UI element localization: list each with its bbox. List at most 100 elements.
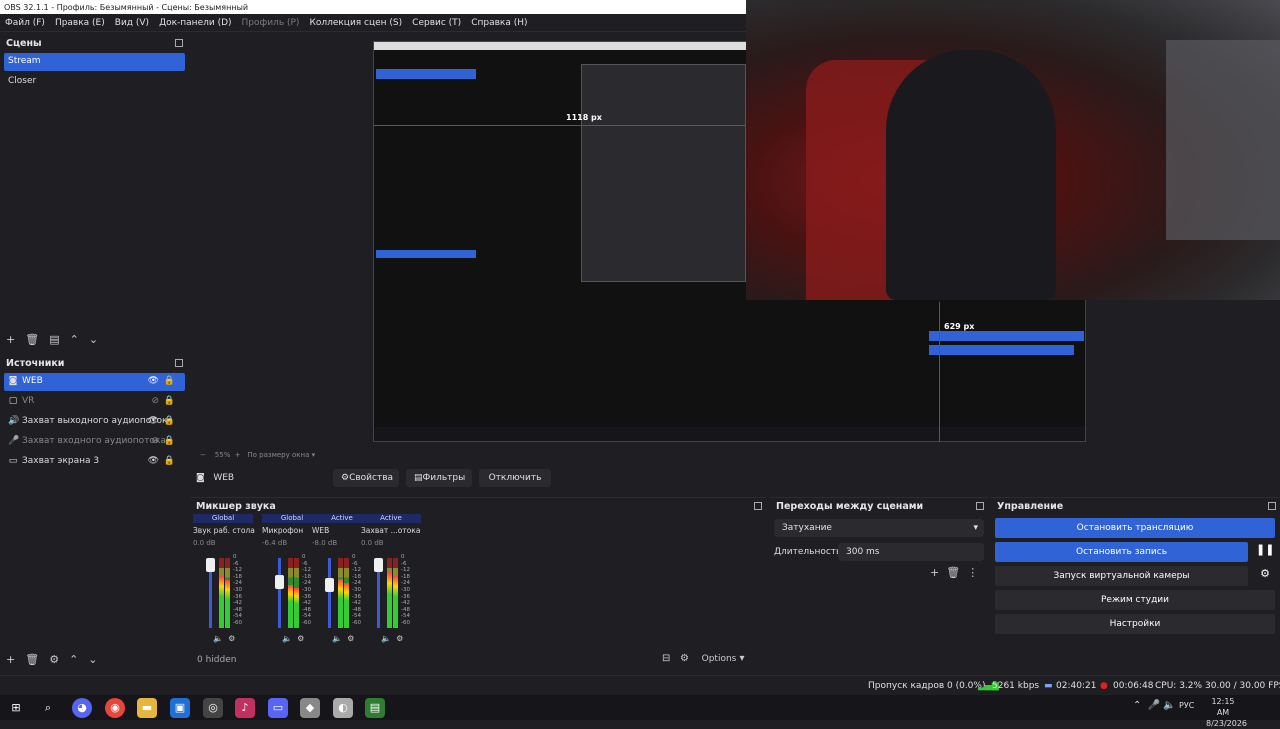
chat-app-icon[interactable]: ▭ (268, 698, 288, 718)
pause-icon[interactable]: ❚❚ (1256, 543, 1274, 561)
add-icon[interactable]: + (6, 333, 15, 346)
trash-icon[interactable]: 🗑 (946, 566, 960, 579)
duration-input[interactable]: 300 ms (838, 543, 984, 561)
app-icon[interactable]: ◆ (300, 698, 320, 718)
menu-file[interactable]: Файл (F) (0, 14, 50, 32)
channel-name[interactable]: Захват ...отока 2 (361, 526, 423, 535)
volume-slider[interactable] (278, 558, 281, 628)
gear-icon[interactable]: ⚙ (297, 634, 304, 643)
trash-icon[interactable]: 🗑 (25, 333, 39, 346)
lock-icon[interactable]: 🔒 (164, 436, 175, 446)
channel-name[interactable]: Звук раб. стола (193, 526, 255, 535)
sources-dock-title: Источники (0, 355, 187, 373)
volume-knob[interactable] (206, 558, 215, 572)
move-up-icon[interactable]: ⌃ (69, 653, 78, 666)
eye-icon[interactable]: 👁 (148, 456, 159, 466)
scene-item-closer[interactable]: Closer (4, 73, 185, 91)
menu-tools[interactable]: Сервис (T) (407, 14, 466, 32)
volume-icon[interactable]: 🔈 (213, 634, 223, 643)
sources-title: Источники (6, 358, 65, 369)
settings-button[interactable]: Настройки (995, 614, 1275, 634)
zoom-mode[interactable]: По размеру окна (247, 451, 309, 459)
options-button[interactable]: Options (702, 654, 737, 664)
undock-icon[interactable] (175, 39, 183, 47)
add-icon[interactable]: + (6, 653, 15, 666)
deactivate-button[interactable]: Отключить (479, 469, 551, 487)
stop-record-button[interactable]: Остановить запись (995, 542, 1248, 562)
source-item-output-audio[interactable]: 🔊 Захват выходного аудиопотока 👁 🔒 (4, 413, 185, 431)
gear-icon[interactable]: ⚙ (347, 634, 354, 643)
zoom-in-icon[interactable]: + (235, 451, 241, 459)
eye-hidden-icon[interactable]: ⊘ (151, 396, 159, 406)
folder-icon[interactable]: ▬ (137, 698, 157, 718)
source-item-screen-capture[interactable]: ▭ Захват экрана 3 👁 🔒 (4, 453, 185, 471)
lock-icon[interactable]: 🔒 (164, 396, 175, 406)
chevron-up-icon[interactable]: ⌃ (1133, 700, 1141, 711)
undock-icon[interactable] (754, 502, 762, 510)
properties-button[interactable]: ⚙Свойства (333, 469, 399, 487)
menu-scene-collection[interactable]: Коллекция сцен (S) (304, 14, 407, 32)
zoom-out-icon[interactable]: − (200, 451, 206, 459)
undock-icon[interactable] (175, 359, 183, 367)
filter-icon: ▤ (414, 473, 423, 483)
volume-icon[interactable]: 🔈 (1163, 700, 1175, 711)
filter-icon[interactable]: ▤ (49, 333, 59, 346)
clock[interactable]: 12:15 AM 8/23/2026 (1206, 696, 1247, 729)
gear-icon[interactable]: ⚙ (1256, 567, 1274, 585)
mic-icon[interactable]: 🎤 (1148, 700, 1160, 711)
menu-view[interactable]: Вид (V) (110, 14, 154, 32)
move-up-icon[interactable]: ⌃ (70, 333, 79, 346)
terminal-icon[interactable]: ▤ (365, 698, 385, 718)
gear-icon[interactable]: ⚙ (228, 634, 235, 643)
volume-icon[interactable]: 🔈 (282, 634, 292, 643)
virtual-cam-button[interactable]: Запуск виртуальной камеры (995, 566, 1248, 586)
eye-icon[interactable]: 👁 (148, 376, 159, 386)
lock-icon[interactable]: 🔒 (164, 416, 175, 426)
menu-docks[interactable]: Док-панели (D) (154, 14, 236, 32)
move-down-icon[interactable]: ⌄ (88, 653, 97, 666)
lock-icon[interactable]: 🔒 (164, 376, 175, 386)
lock-icon[interactable]: 🔒 (164, 456, 175, 466)
menu-edit[interactable]: Правка (E) (50, 14, 110, 32)
menu-help[interactable]: Справка (H) (466, 14, 532, 32)
studio-mode-button[interactable]: Режим студии (995, 590, 1275, 610)
source-item-vr[interactable]: ▢ VR ⊘ 🔒 (4, 393, 185, 411)
volume-knob[interactable] (374, 558, 383, 572)
gear-icon[interactable]: ⚙ (396, 634, 403, 643)
store-icon[interactable]: ▣ (170, 698, 190, 718)
volume-slider[interactable] (328, 558, 331, 628)
language-indicator[interactable]: РУС (1179, 701, 1194, 710)
move-down-icon[interactable]: ⌄ (89, 333, 98, 346)
windows-start-icon[interactable]: ⊞ (6, 698, 26, 718)
discord-icon[interactable]: ◕ (72, 698, 92, 718)
menu-profile[interactable]: Профиль (P) (237, 14, 305, 32)
eye-icon[interactable]: 👁 (148, 416, 159, 426)
gear-icon[interactable]: ⚙ (49, 653, 59, 666)
source-item-web[interactable]: ◙ WEB 👁 🔒 (4, 373, 185, 391)
more-icon[interactable]: ⋮ (967, 566, 978, 579)
tiktok-icon[interactable]: ♪ (235, 698, 255, 718)
filters-button[interactable]: ▤Фильтры (406, 469, 472, 487)
steam-icon[interactable]: ◐ (333, 698, 353, 718)
trash-icon[interactable]: 🗑 (25, 653, 39, 666)
undock-icon[interactable] (976, 502, 984, 510)
mixer-layout-icon[interactable]: ⊟ (662, 653, 670, 664)
add-icon[interactable]: + (930, 566, 939, 579)
stop-stream-button[interactable]: Остановить трансляцию (995, 518, 1275, 538)
eye-hidden-icon[interactable]: ⊘ (151, 436, 159, 446)
controls-dock-title: Управление (991, 497, 1280, 515)
transition-select[interactable]: Затухание ▾ (774, 519, 984, 537)
volume-icon[interactable]: 🔈 (332, 634, 342, 643)
volume-knob[interactable] (275, 574, 284, 589)
source-item-input-audio[interactable]: 🎤 Захват входного аудиопотока ⊘ 🔒 (4, 433, 185, 451)
dimension-label-v: 629 px (944, 322, 975, 331)
volume-icon[interactable]: 🔈 (381, 634, 391, 643)
obs-icon[interactable]: ◎ (203, 698, 223, 718)
advanced-audio-icon[interactable]: ⚙ (680, 653, 689, 664)
volume-knob[interactable] (325, 577, 334, 592)
chrome-icon[interactable]: ◉ (105, 698, 125, 718)
chevron-down-icon[interactable]: ▾ (740, 653, 745, 664)
undock-icon[interactable] (1268, 502, 1276, 510)
scene-item-stream[interactable]: Stream (4, 53, 185, 71)
search-icon[interactable]: ⌕ (38, 698, 58, 718)
